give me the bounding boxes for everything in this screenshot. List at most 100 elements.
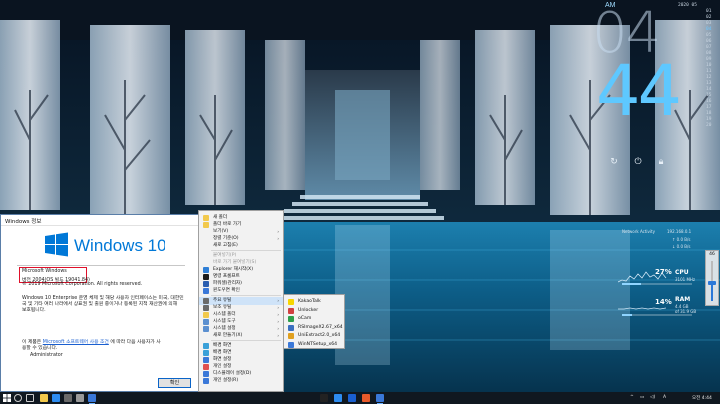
ram-bar-fill (622, 314, 632, 316)
calendar-day: 13 (706, 81, 712, 86)
edge-icon[interactable] (52, 394, 60, 402)
tray-chevron-icon[interactable]: ^ (630, 395, 634, 400)
license-suffix: 에 따라 다음 사용자가 사 (110, 340, 161, 345)
submenu-item[interactable]: oCam (284, 315, 344, 323)
volume-icon[interactable]: ◁) (650, 395, 655, 400)
settings-icon[interactable] (76, 394, 84, 402)
calendar-month: 2020 05 (678, 3, 697, 8)
cpu-bar (622, 283, 692, 285)
windows-logo-text: Windows 10 (74, 236, 165, 255)
submenu-label: Unlocker (298, 307, 319, 313)
calendar-day: 10 (706, 63, 712, 68)
rsimagex-icon (288, 324, 294, 331)
calendar-day: 01 (706, 9, 712, 14)
calendar-day: 12 (706, 75, 712, 80)
center-app-icon-2[interactable] (334, 394, 342, 402)
volume-slider[interactable]: 46 (705, 250, 719, 306)
cpu-bar-fill (622, 283, 641, 285)
menu-separator (211, 295, 281, 296)
submenu-label: KakaoTalk (298, 299, 321, 304)
calendar-day: 16 (706, 99, 712, 104)
power-icon[interactable]: ⏻ (632, 156, 644, 168)
calendar-day: 08 (706, 51, 712, 56)
monitor-ip: 192.168.0.1 (667, 229, 692, 234)
dialog-separator (17, 265, 185, 266)
about-windows-dialog: Windows 정보 Windows 10 Microsoft Windows … (0, 214, 200, 392)
volume-fill (711, 282, 713, 301)
search-icon[interactable] (14, 394, 22, 402)
submenu-label: WinNTSetup_x64 (298, 341, 338, 347)
legal-text-3: 보호됩니다. (22, 308, 46, 313)
licensed-user: Administrator (30, 353, 63, 358)
windows-logo: Windows 10 (45, 232, 165, 257)
submenu-item[interactable]: Unlocker (284, 307, 344, 315)
cpu-frequency: 3101 MHz (675, 277, 696, 282)
submenu-item[interactable]: WinNTSetup_x64 (284, 341, 344, 349)
calendar-day: 04 (706, 27, 712, 32)
start-icon[interactable] (3, 394, 11, 402)
submenu-item[interactable]: RSImageX2.67_x64 (284, 324, 344, 332)
center-app-icon-1[interactable] (320, 394, 328, 402)
calendar-day: 09 (706, 57, 712, 62)
chevron-right-icon: › (277, 333, 279, 338)
calendar-day: 06 (706, 39, 712, 44)
utilities-submenu: KakaoTalk Unlocker oCam RSImageX2.67_x64 Uni… (283, 294, 345, 349)
taskbar-clock[interactable]: 오전 4:44 (692, 395, 712, 401)
volume-value: 46 (709, 252, 715, 257)
calendar-day: 11 (706, 69, 712, 74)
ime-indicator[interactable]: A (663, 395, 666, 400)
context-menu-item[interactable]: 새로 만들기(X) › (199, 332, 283, 340)
windows-version-icon (203, 288, 209, 294)
task-view-icon[interactable] (26, 394, 34, 402)
submenu-label: oCam (298, 316, 312, 321)
net-down: ↓ 0.0 B/s (672, 244, 691, 249)
uniextract-icon (288, 333, 294, 339)
menu-separator (211, 340, 281, 341)
clock-minute: 44 (596, 50, 682, 132)
net-up: ↑ 0.0 B/s (672, 237, 691, 242)
kakaotalk-icon (288, 299, 294, 305)
network-icon[interactable]: ▭ (640, 395, 644, 400)
calendar-day: 03 (706, 21, 712, 26)
submenu-item[interactable]: KakaoTalk (284, 298, 344, 306)
calendar-day: 15 (706, 93, 712, 98)
context-menu-item[interactable]: 윈도우면 확인 (199, 287, 283, 295)
calendar-day: 18 (706, 111, 712, 116)
ocam-icon (288, 316, 294, 322)
center-app-icon-5[interactable] (376, 394, 384, 404)
explorer-icon[interactable] (40, 394, 48, 402)
refresh-icon[interactable]: ↻ (608, 156, 620, 168)
winntsetup-icon (288, 341, 294, 348)
center-app-icon-4[interactable] (362, 394, 370, 402)
ram-label: RAM (675, 296, 691, 303)
cpu-label: CPU (675, 269, 689, 276)
personal-icon (203, 378, 209, 384)
lock-icon[interactable]: 🔒︎ (655, 156, 667, 168)
ok-button[interactable]: 확인 (158, 378, 191, 388)
product-name: Microsoft Windows (22, 269, 67, 274)
context-menu-item[interactable]: 개인 설정(R) (199, 377, 283, 385)
context-menu-item[interactable]: 새로 고침(E) (199, 242, 283, 250)
cpu-percent: 27% (655, 268, 672, 276)
monitor-title: Network Activity (622, 229, 655, 234)
submenu-item[interactable]: UniExtract2.0_x64 (284, 332, 344, 340)
store-icon[interactable] (64, 394, 72, 402)
calendar-day: 02 (706, 15, 712, 20)
context-menu-label: 윈도우면 확인 (213, 288, 240, 293)
copyright-text: © 2019 Microsoft Corporation. All rights… (22, 282, 143, 287)
submenu-label: UniExtract2.0_x64 (298, 333, 341, 338)
volume-thumb[interactable] (708, 280, 716, 285)
dialog-titlebar[interactable]: Windows 정보 (1, 215, 199, 226)
ram-bar (622, 314, 692, 316)
calendar-day: 17 (706, 105, 712, 110)
desktop-context-menu: 새 폴더 폴더 바로 가기 보기(V) › 정렬 기준(O) › 새로 고침(E) 붙여넣기(… (198, 210, 284, 392)
context-menu-label: 새로 고침(E) (213, 243, 238, 248)
calendar-day: 05 (706, 33, 712, 38)
calendar-day: 20 (706, 123, 712, 128)
about-window-icon[interactable] (88, 394, 96, 404)
menu-separator (211, 250, 281, 251)
ram-percent: 14% (655, 298, 672, 306)
center-app-icon-3[interactable] (348, 394, 356, 402)
calendar-day: 07 (706, 45, 712, 50)
taskbar: ^ ▭ ◁) A 오전 4:44 (0, 392, 720, 404)
